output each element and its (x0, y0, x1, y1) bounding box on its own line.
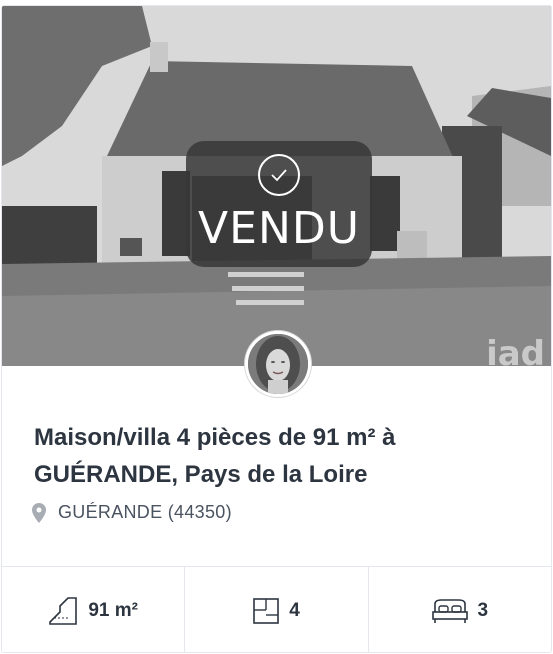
map-pin-icon (32, 502, 46, 523)
rooms-value: 4 (289, 599, 300, 621)
bed-icon (431, 598, 468, 624)
surface-area-icon (48, 596, 78, 626)
agent-avatar[interactable] (245, 331, 311, 397)
features-bar: 91 m² 4 3 (2, 566, 551, 652)
feature-bedrooms: 3 (369, 567, 551, 652)
listing-title-line-1: Maison/villa 4 pièces de 91 m² à (34, 424, 396, 451)
floor-plan-icon (253, 597, 280, 624)
sold-overlay: VENDU (186, 141, 372, 267)
feature-surface: 91 m² (2, 567, 186, 652)
agency-watermark: iad (486, 334, 545, 366)
check-circle-icon (258, 154, 300, 196)
surface-value: 91 m² (88, 599, 138, 621)
listing-location: GUÉRANDE (44350) (32, 502, 232, 523)
property-photo[interactable]: VENDU iad (2, 6, 551, 366)
feature-rooms: 4 (185, 567, 369, 652)
sold-status-label: VENDU (198, 203, 360, 254)
location-text: GUÉRANDE (44350) (58, 502, 232, 522)
listing-title-line-2: GUÉRANDE, Pays de la Loire (34, 461, 368, 488)
bedrooms-value: 3 (477, 599, 489, 621)
listing-card[interactable]: VENDU iad Maison/villa 4 pièces de 91 m²… (1, 5, 552, 653)
listing-title[interactable]: Maison/villa 4 pièces de 91 m² à GUÉRAND… (34, 419, 514, 493)
